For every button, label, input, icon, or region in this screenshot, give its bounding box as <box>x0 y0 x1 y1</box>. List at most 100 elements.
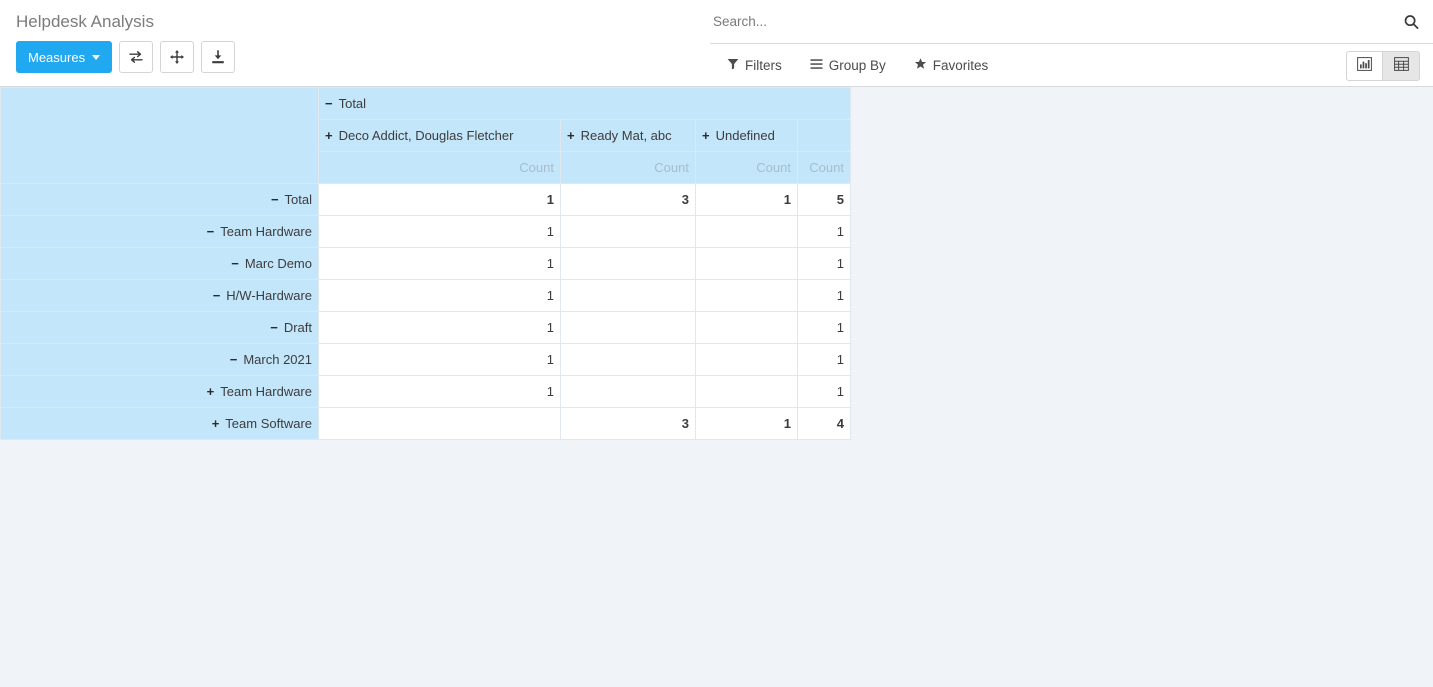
pivot-cell[interactable] <box>695 215 798 248</box>
search-icon[interactable] <box>1403 13 1420 30</box>
control-panel-left: Helpdesk Analysis Measures <box>0 0 700 73</box>
measures-toolbar: Measures <box>0 32 700 73</box>
favorites-menu[interactable]: Favorites <box>900 52 1003 79</box>
pivot-cell[interactable] <box>695 343 798 376</box>
pivot-cell[interactable]: 1 <box>318 375 561 408</box>
view-switcher <box>1346 50 1420 81</box>
pivot-cell[interactable]: 4 <box>797 407 851 440</box>
row-toggle: − <box>206 224 215 239</box>
column-group-header[interactable]: + Undefined <box>695 119 798 152</box>
row-header[interactable]: + Team Hardware <box>0 375 319 408</box>
pivot-cell[interactable]: 1 <box>318 279 561 312</box>
pivot-cell[interactable]: 3 <box>560 183 696 216</box>
pivot-cell[interactable] <box>560 343 696 376</box>
pivot-cell[interactable]: 1 <box>318 247 561 280</box>
pivot-cell[interactable]: 1 <box>797 343 851 376</box>
pivot-cell[interactable] <box>560 215 696 248</box>
row-header-label: Total <box>284 192 312 207</box>
pivot-cell[interactable]: 1 <box>318 343 561 376</box>
group-by-label: Group By <box>828 58 886 73</box>
column-total-toggle: − <box>325 96 333 111</box>
row-header[interactable]: − Draft <box>0 311 319 344</box>
table-row: − Marc Demo 1 1 <box>0 247 851 280</box>
row-header-label: Draft <box>283 320 312 335</box>
flip-axis-icon <box>128 49 144 65</box>
pivot-cell[interactable] <box>695 375 798 408</box>
pivot-cell[interactable]: 1 <box>695 407 798 440</box>
search-input[interactable] <box>710 6 1433 37</box>
row-toggle: − <box>270 320 278 335</box>
row-header[interactable]: − March 2021 <box>0 343 319 376</box>
pivot-cell[interactable] <box>560 311 696 344</box>
table-row: − Total 1 3 1 5 <box>0 183 851 216</box>
search-bar[interactable] <box>710 0 1433 44</box>
pivot-table-container: − Total + Deco Addict, Douglas Fletcher + Re… <box>0 87 1433 440</box>
measure-header[interactable]: Count <box>560 151 696 184</box>
table-row: − Team Hardware 1 1 <box>0 215 851 248</box>
measures-button[interactable]: Measures <box>16 41 113 73</box>
filters-menu[interactable]: Filters <box>713 52 796 79</box>
column-group-header[interactable]: + Ready Mat, abc <box>560 119 696 152</box>
row-header[interactable]: − H/W-Hardware <box>0 279 319 312</box>
pivot-cell[interactable]: 1 <box>695 183 798 216</box>
pivot-cell[interactable]: 1 <box>318 311 561 344</box>
row-header-label: Marc Demo <box>244 256 312 271</box>
facet-toolbar: Filters Group By Favorites <box>710 44 1433 87</box>
column-total-label: Total <box>338 96 367 111</box>
flip-axis-button[interactable] <box>119 41 154 73</box>
pivot-cell[interactable]: 1 <box>318 183 561 216</box>
pivot-cell[interactable] <box>560 247 696 280</box>
star-icon <box>914 58 927 73</box>
row-header[interactable]: − Team Hardware <box>0 215 319 248</box>
pivot-cell[interactable]: 1 <box>797 247 851 280</box>
row-header[interactable]: − Marc Demo <box>0 247 319 280</box>
chevron-down-icon <box>92 54 101 60</box>
pivot-view-button[interactable] <box>1383 50 1420 81</box>
filters-label: Filters <box>745 58 782 73</box>
column-group-total[interactable]: − Total <box>318 87 851 120</box>
row-header-label: Team Hardware <box>220 384 312 399</box>
pivot-cell[interactable] <box>695 247 798 280</box>
pivot-cell[interactable] <box>560 279 696 312</box>
pivot-cell[interactable]: 3 <box>560 407 696 440</box>
table-row: − Draft 1 1 <box>0 311 851 344</box>
pivot-cell[interactable]: 1 <box>797 215 851 248</box>
measures-button-label: Measures <box>28 49 86 65</box>
pivot-cell[interactable] <box>695 279 798 312</box>
table-row: + Team Software 3 1 4 <box>0 407 851 440</box>
measure-header[interactable]: Count <box>695 151 798 184</box>
bar-chart-icon <box>1357 57 1372 74</box>
row-header-label: Team Software <box>225 416 312 431</box>
row-toggle: + <box>206 384 215 399</box>
pivot-cell[interactable] <box>695 311 798 344</box>
pivot-corner-cell <box>0 87 319 184</box>
pivot-cell[interactable]: 1 <box>797 375 851 408</box>
pivot-cell[interactable]: 5 <box>797 183 851 216</box>
table-row: − H/W-Hardware 1 1 <box>0 279 851 312</box>
column-group-toggle: + <box>325 128 333 143</box>
graph-view-button[interactable] <box>1346 50 1383 81</box>
row-toggle: − <box>270 192 279 207</box>
row-header[interactable]: − Total <box>0 183 319 216</box>
pivot-cell[interactable]: 1 <box>318 215 561 248</box>
measure-header[interactable]: Count <box>797 151 851 184</box>
control-panel: Helpdesk Analysis Measures Search... Fil… <box>0 0 1433 87</box>
download-xlsx-button[interactable] <box>201 41 236 73</box>
column-group-label: Deco Addict, Douglas Fletcher <box>338 128 514 143</box>
pivot-cell[interactable] <box>560 375 696 408</box>
control-panel-right: Filters Group By Favor <box>710 0 1433 87</box>
column-group-header[interactable]: + Deco Addict, Douglas Fletcher <box>318 119 561 152</box>
row-header[interactable]: + Team Software <box>0 407 319 440</box>
measure-header[interactable]: Count <box>318 151 561 184</box>
row-toggle: − <box>212 288 221 303</box>
favorites-label: Favorites <box>932 58 989 73</box>
pivot-cell[interactable]: 1 <box>797 311 851 344</box>
table-grid-icon <box>1393 57 1409 74</box>
pivot-cell[interactable] <box>318 407 561 440</box>
expand-all-button[interactable] <box>160 41 195 73</box>
row-toggle: − <box>229 352 238 367</box>
pivot-cell[interactable]: 1 <box>797 279 851 312</box>
group-by-menu[interactable]: Group By <box>796 52 900 79</box>
pivot-table-head: − Total + Deco Addict, Douglas Fletcher + Re… <box>0 87 851 184</box>
pivot-table: − Total + Deco Addict, Douglas Fletcher + Re… <box>0 87 851 440</box>
